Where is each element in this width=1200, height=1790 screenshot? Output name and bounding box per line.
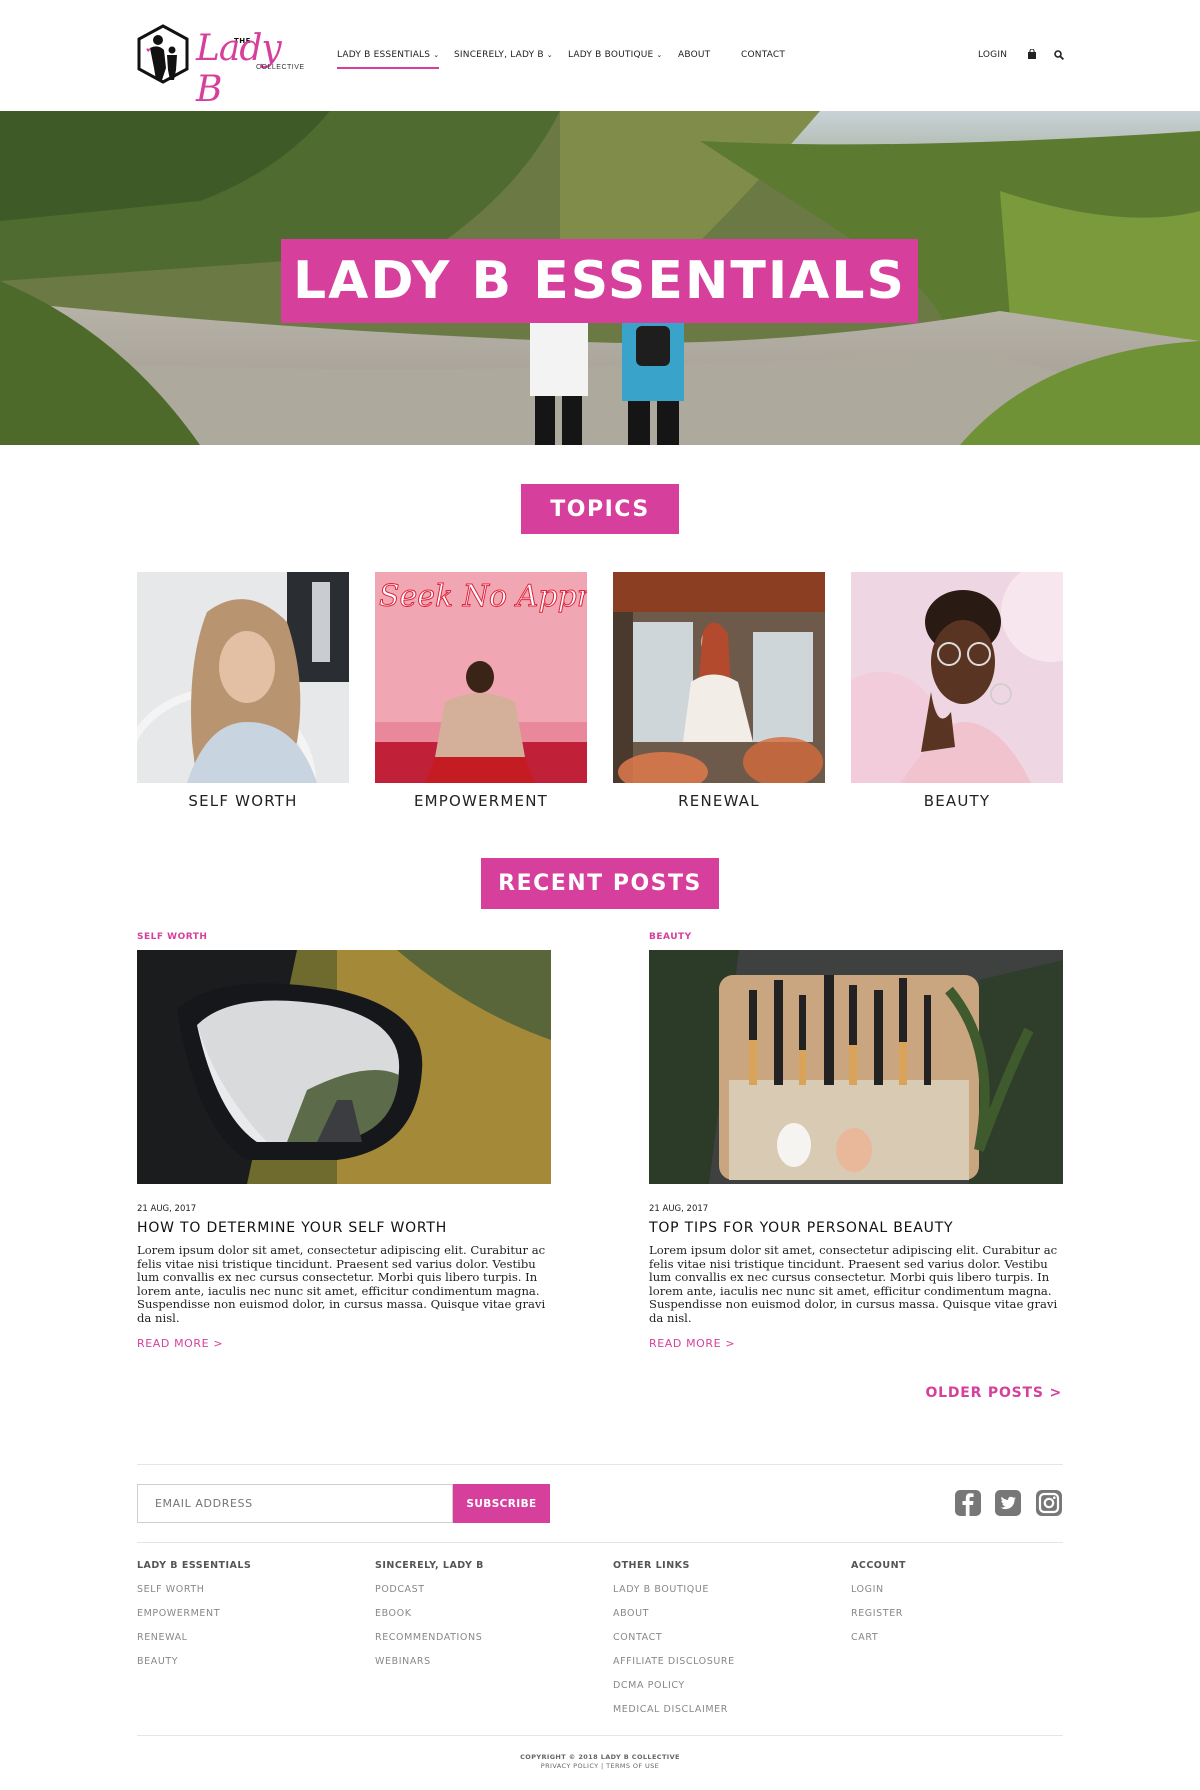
footer-column-heading: SINCERELY, LADY B bbox=[375, 1560, 484, 1571]
read-more-link[interactable]: READ MORE > bbox=[137, 1337, 551, 1350]
footer-column-heading: OTHER LINKS bbox=[613, 1560, 690, 1571]
chevron-down-icon: ⌄ bbox=[656, 51, 663, 59]
footer-link[interactable]: WEBINARS bbox=[375, 1656, 484, 1680]
footer-link[interactable]: MEDICAL DISCLAIMER bbox=[613, 1704, 735, 1728]
footer-link[interactable]: RENEWAL bbox=[137, 1632, 251, 1656]
hero-title: LADY B ESSENTIALS bbox=[292, 251, 907, 311]
svg-text:♥: ♥ bbox=[146, 48, 151, 54]
topic-card-empowerment[interactable]: Seek No Approval EMPOWERMENT bbox=[375, 572, 587, 810]
topic-label: BEAUTY bbox=[923, 792, 991, 810]
logo-hexagon-icon: ♥ bbox=[137, 24, 189, 84]
footer-link[interactable]: SELF WORTH bbox=[137, 1584, 251, 1608]
makeup-brushes-image bbox=[649, 950, 1063, 1184]
logo-collective-text: COLLECTIVE bbox=[256, 64, 305, 71]
topic-image: Seek No Approval bbox=[375, 572, 587, 783]
footer-link[interactable]: PODCAST bbox=[375, 1584, 484, 1608]
email-input[interactable] bbox=[137, 1484, 453, 1523]
post-excerpt: Lorem ipsum dolor sit amet, consectetur … bbox=[137, 1243, 546, 1325]
terms-of-use-link[interactable]: TERMS OF USE bbox=[606, 1762, 659, 1770]
topic-card-self-worth[interactable]: SELF WORTH bbox=[137, 572, 349, 810]
nav-contact[interactable]: CONTACT bbox=[741, 50, 785, 60]
facebook-icon[interactable] bbox=[954, 1489, 982, 1517]
post-date: 21 AUG, 2017 bbox=[137, 1204, 197, 1214]
footer-link[interactable]: LADY B BOUTIQUE bbox=[613, 1584, 735, 1608]
footer-column-lady-b-essentials: LADY B ESSENTIALS SELF WORTH EMPOWERMENT… bbox=[137, 1560, 251, 1680]
nav-about[interactable]: ABOUT bbox=[678, 50, 710, 60]
footer-link[interactable]: DCMA POLICY bbox=[613, 1680, 735, 1704]
neon-sign-image: Seek No Approval bbox=[375, 572, 587, 783]
footer-divider bbox=[137, 1735, 1063, 1736]
search-icon[interactable] bbox=[1054, 50, 1064, 60]
topic-card-beauty[interactable]: BEAUTY bbox=[851, 572, 1063, 810]
nav-lady-b-essentials[interactable]: LADY B ESSENTIALS ⌄ bbox=[337, 50, 440, 69]
footer-divider bbox=[137, 1542, 1063, 1543]
topic-label: RENEWAL bbox=[678, 792, 760, 810]
topic-image bbox=[851, 572, 1063, 783]
topic-card-renewal[interactable]: RENEWAL bbox=[613, 572, 825, 810]
woman-mirror-image bbox=[137, 572, 349, 783]
post-category[interactable]: SELF WORTH bbox=[137, 932, 551, 950]
footer-link[interactable]: BEAUTY bbox=[137, 1656, 251, 1680]
footer-column-account: ACCOUNT LOGIN REGISTER CART bbox=[851, 1560, 906, 1656]
post-date: 21 AUG, 2017 bbox=[649, 1204, 709, 1214]
login-link[interactable]: LOGIN bbox=[978, 50, 1007, 60]
subscribe-button[interactable]: SUBSCRIBE bbox=[453, 1484, 550, 1523]
post-title[interactable]: TOP TIPS FOR YOUR PERSONAL BEAUTY bbox=[649, 1220, 1063, 1236]
legal-links: PRIVACY POLICY | TERMS OF USE bbox=[0, 1762, 1200, 1771]
post-category[interactable]: BEAUTY bbox=[649, 932, 1063, 950]
footer-link[interactable]: ABOUT bbox=[613, 1608, 735, 1632]
hero-title-banner: LADY B ESSENTIALS bbox=[281, 239, 918, 323]
post-card: BEAUTY 21 AUG, 2017 TOP TIPS FOR YOUR PE… bbox=[649, 932, 1063, 1350]
footer-column-other-links: OTHER LINKS LADY B BOUTIQUE ABOUT CONTAC… bbox=[613, 1560, 735, 1728]
post-title[interactable]: HOW TO DETERMINE YOUR SELF WORTH bbox=[137, 1220, 551, 1236]
legal-separator: | bbox=[601, 1762, 604, 1770]
footer-link[interactable]: EMPOWERMENT bbox=[137, 1608, 251, 1632]
topic-image bbox=[613, 572, 825, 783]
car-mirror-image bbox=[137, 950, 551, 1184]
privacy-policy-link[interactable]: PRIVACY POLICY bbox=[541, 1762, 599, 1770]
footer-column-heading: ACCOUNT bbox=[851, 1560, 907, 1571]
copyright-block: COPYRIGHT © 2018 LADY B COLLECTIVE PRIVA… bbox=[0, 1753, 1200, 1771]
instagram-icon[interactable] bbox=[1035, 1489, 1063, 1517]
footer-column-heading: LADY B ESSENTIALS bbox=[137, 1560, 252, 1571]
footer-column-sincerely-lady-b: SINCERELY, LADY B PODCAST EBOOK RECOMMEN… bbox=[375, 1560, 484, 1680]
nav-lady-b-boutique[interactable]: LADY B BOUTIQUE ⌄ bbox=[568, 50, 662, 60]
post-image[interactable] bbox=[649, 950, 1063, 1184]
site-header: ♥ THE Lady B COLLECTIVE LADY B ESSENTIAL… bbox=[0, 0, 1200, 111]
copyright-text: COPYRIGHT © 2018 LADY B COLLECTIVE bbox=[520, 1753, 680, 1761]
recent-posts-heading: RECENT POSTS bbox=[481, 858, 719, 909]
woman-glasses-image bbox=[851, 572, 1063, 783]
twitter-icon[interactable] bbox=[994, 1489, 1022, 1517]
nav-label: LADY B BOUTIQUE bbox=[568, 50, 654, 60]
read-more-link[interactable]: READ MORE > bbox=[649, 1337, 1063, 1350]
topic-label: SELF WORTH bbox=[188, 792, 298, 810]
hero-banner: LADY B ESSENTIALS bbox=[0, 111, 1200, 445]
post-excerpt: Lorem ipsum dolor sit amet, consectetur … bbox=[649, 1243, 1058, 1325]
footer-divider bbox=[137, 1464, 1063, 1465]
nav-label: LADY B ESSENTIALS bbox=[337, 50, 431, 60]
topics-heading: TOPICS bbox=[521, 484, 679, 534]
waterfall-image bbox=[613, 572, 825, 783]
footer-link[interactable]: LOGIN bbox=[851, 1584, 906, 1608]
topic-image bbox=[137, 572, 349, 783]
chevron-down-icon: ⌄ bbox=[546, 51, 553, 59]
post-card: SELF WORTH 21 AUG, 2017 HOW TO DETERMINE… bbox=[137, 932, 551, 1350]
footer-link[interactable]: CONTACT bbox=[613, 1632, 735, 1656]
footer-link[interactable]: RECOMMENDATIONS bbox=[375, 1632, 484, 1656]
chevron-down-icon: ⌄ bbox=[433, 51, 440, 59]
footer-link[interactable]: EBOOK bbox=[375, 1608, 484, 1632]
older-posts-link[interactable]: OLDER POSTS > bbox=[925, 1385, 1062, 1401]
post-image[interactable] bbox=[137, 950, 551, 1184]
topic-label: EMPOWERMENT bbox=[413, 792, 548, 810]
nav-sincerely-lady-b[interactable]: SINCERELY, LADY B ⌄ bbox=[454, 50, 553, 60]
footer-link[interactable]: REGISTER bbox=[851, 1608, 906, 1632]
site-logo[interactable]: ♥ THE Lady B COLLECTIVE bbox=[136, 24, 305, 110]
shopping-bag-icon[interactable] bbox=[1027, 49, 1037, 59]
footer-link[interactable]: CART bbox=[851, 1632, 906, 1656]
footer-link[interactable]: AFFILIATE DISCLOSURE bbox=[613, 1656, 735, 1680]
neon-sign-text: Seek No Approval bbox=[379, 579, 587, 614]
nav-label: SINCERELY, LADY B bbox=[454, 50, 544, 60]
